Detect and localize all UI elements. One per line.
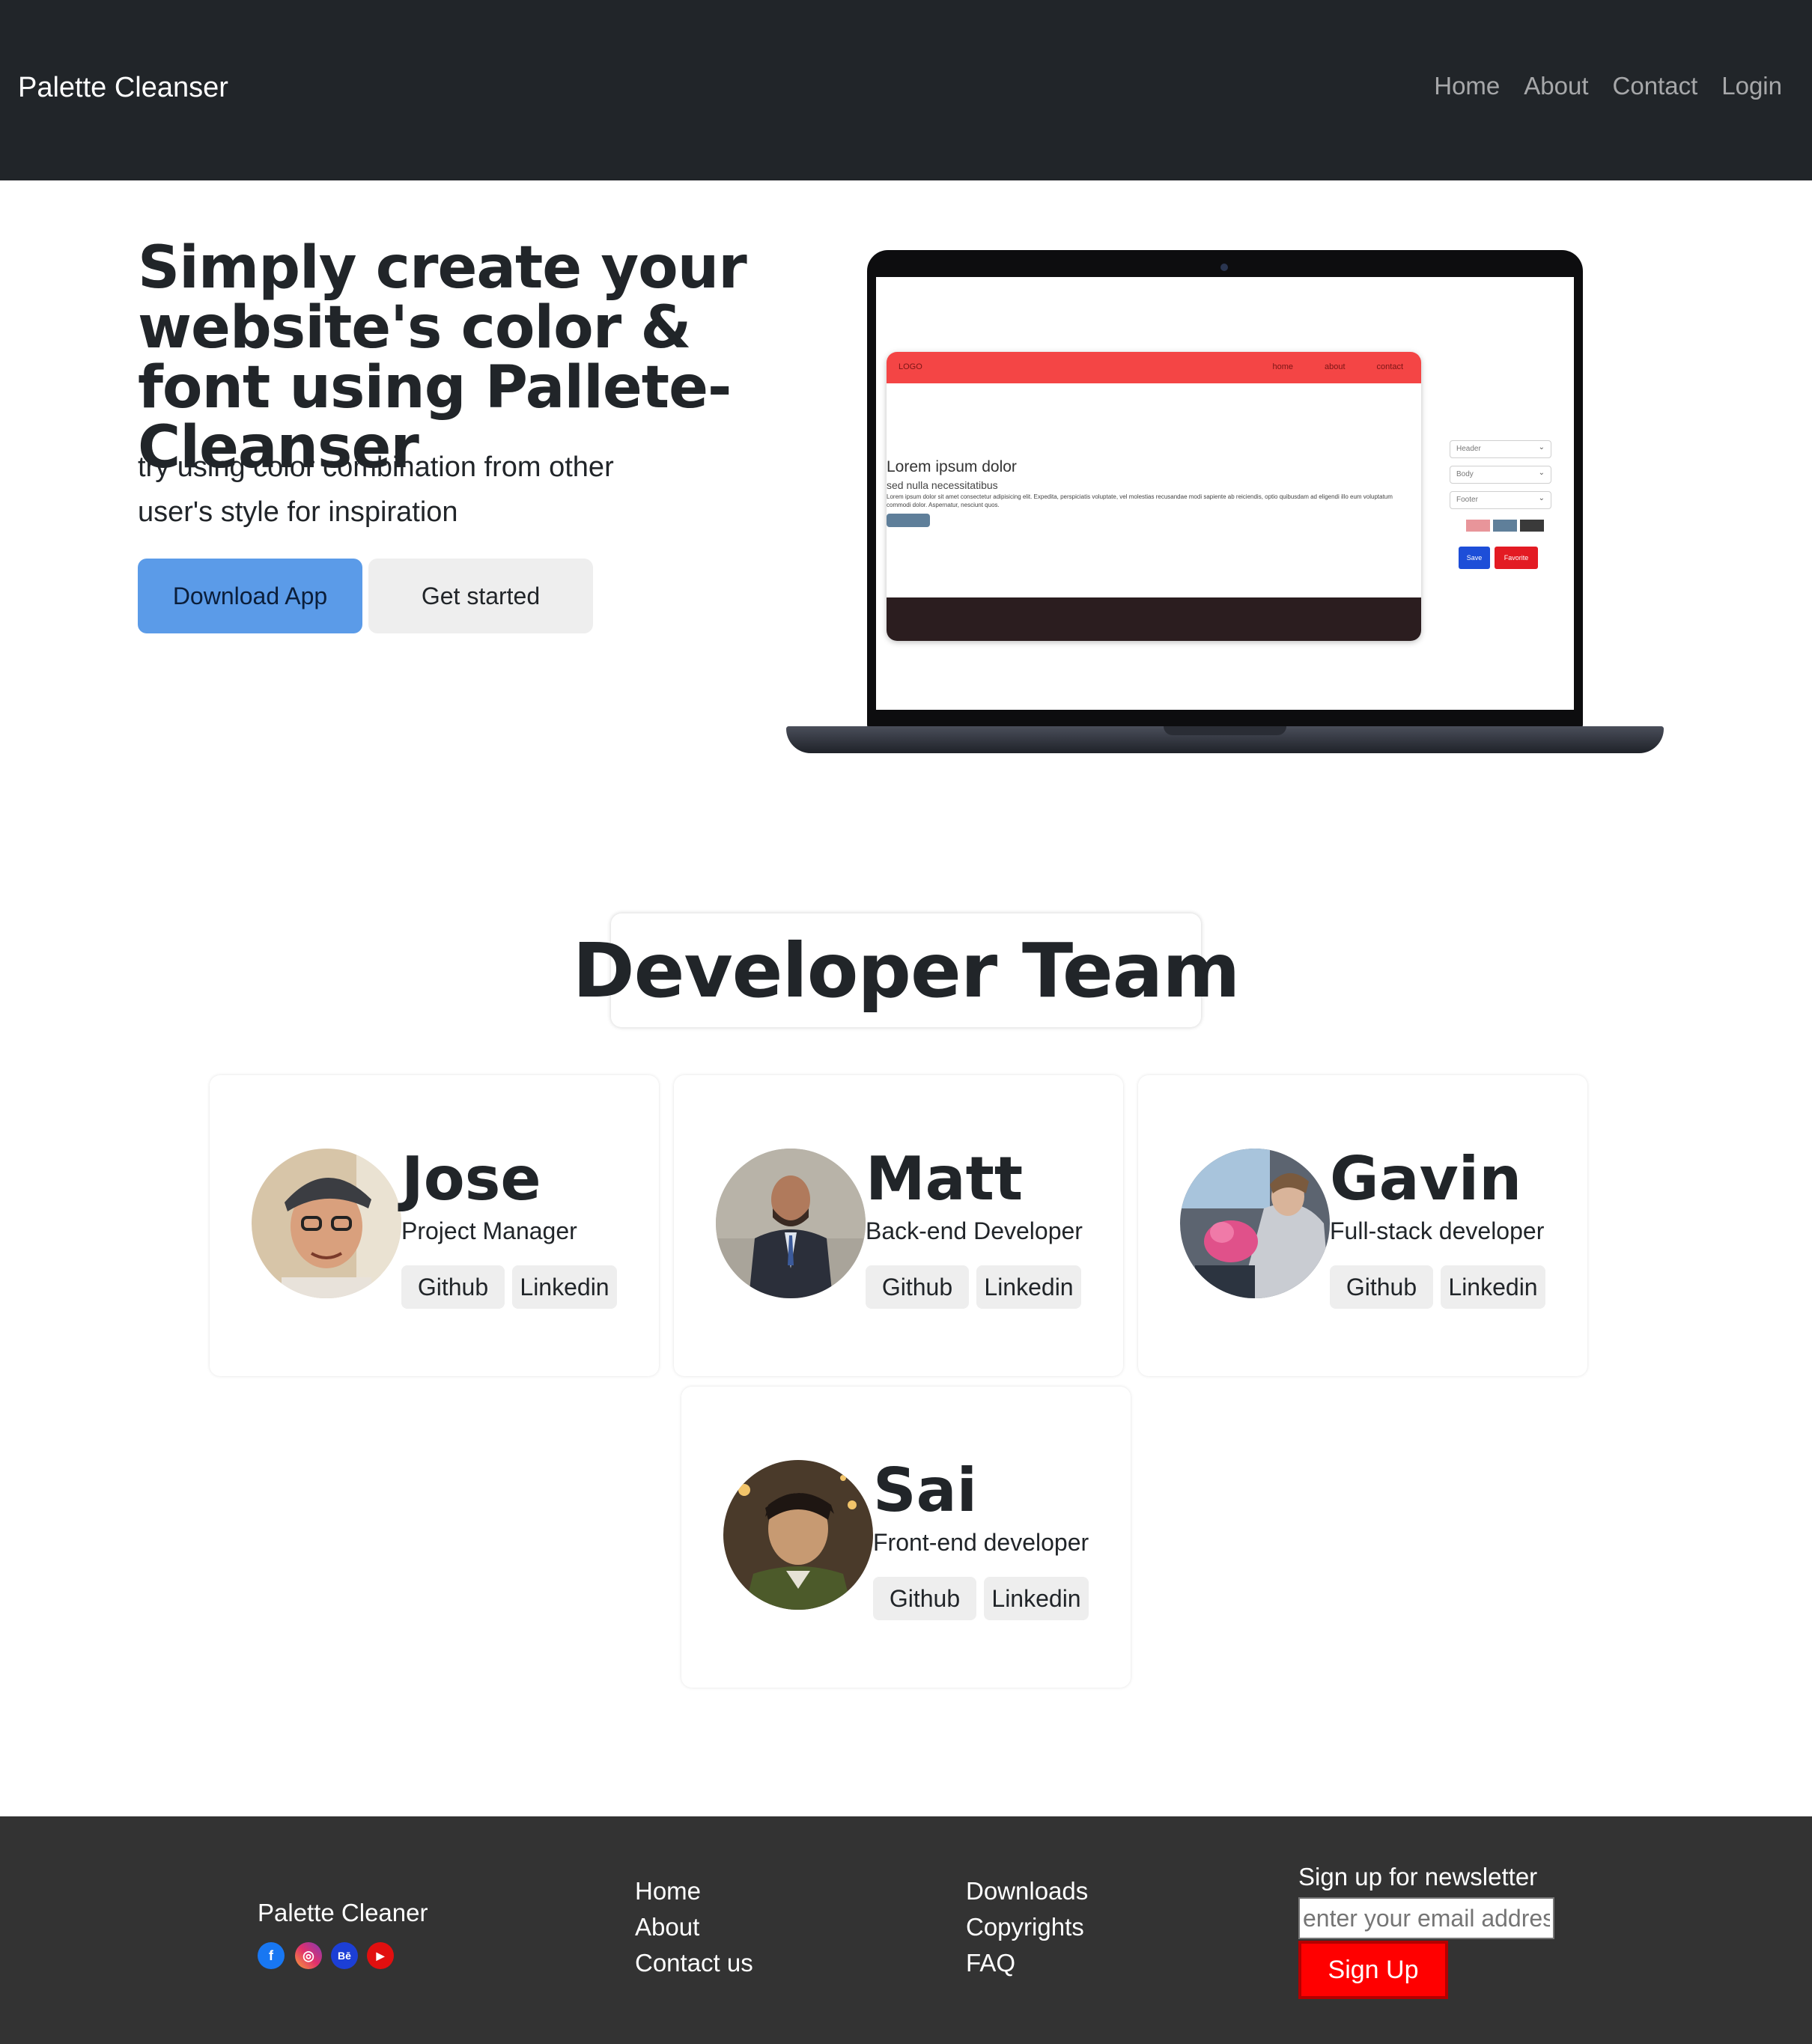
mock-logo: LOGO	[899, 362, 922, 371]
member-name: Matt	[866, 1144, 1024, 1214]
team-card-matt: Matt Back-end Developer Github Linkedin	[674, 1075, 1123, 1376]
nav-links: Home About Contact Login	[1434, 72, 1782, 100]
mock-favorite-button: Favorite	[1495, 547, 1538, 569]
mock-select-body-label: Body	[1456, 470, 1474, 478]
newsletter-email-input[interactable]	[1298, 1897, 1554, 1939]
brand-logo[interactable]: Palette Cleanser	[18, 72, 228, 104]
member-name: Jose	[401, 1144, 541, 1214]
hero-title: Simply create your website's color & fon…	[138, 234, 747, 481]
nav-about[interactable]: About	[1524, 72, 1588, 100]
laptop-notch	[1164, 726, 1286, 735]
mock-select-body: Body ⌄	[1450, 466, 1551, 484]
mock-select-header: Header ⌄	[1450, 440, 1551, 458]
mock-swatch-1	[1466, 520, 1490, 532]
member-role: Front-end developer	[873, 1529, 1089, 1556]
footer-links-col1: Home About Contact us	[635, 1876, 753, 1978]
avatar-photo	[716, 1149, 866, 1298]
nav-contact[interactable]: Contact	[1613, 72, 1698, 100]
github-button[interactable]: Github	[873, 1577, 976, 1620]
avatar-sai-image	[723, 1460, 873, 1610]
footer-link-copyrights[interactable]: Copyrights	[966, 1912, 1088, 1942]
mock-select-footer-label: Footer	[1456, 496, 1478, 504]
instagram-icon[interactable]: ◎	[295, 1942, 322, 1969]
chevron-down-icon: ⌄	[1538, 494, 1545, 502]
github-button[interactable]: Github	[866, 1265, 969, 1309]
chevron-down-icon: ⌄	[1538, 443, 1545, 451]
linkedin-button[interactable]: Linkedin	[512, 1265, 617, 1309]
avatar-photo	[252, 1149, 401, 1298]
avatar-gavin-image	[1180, 1149, 1330, 1298]
get-started-button[interactable]: Get started	[368, 559, 593, 633]
behance-icon[interactable]: Bē	[331, 1942, 358, 1969]
mock-nav: home about contact	[1272, 362, 1403, 371]
mock-swatch-2	[1493, 520, 1517, 532]
avatar-photo	[723, 1460, 873, 1610]
mock-subheading: sed nulla necessitatibus	[887, 479, 998, 491]
laptop-base	[786, 726, 1664, 753]
mock-nav-about: about	[1325, 362, 1346, 371]
avatar-photo	[1180, 1149, 1330, 1298]
mock-nav-home: home	[1272, 362, 1293, 371]
footer-link-faq[interactable]: FAQ	[966, 1948, 1088, 1978]
mock-select-header-label: Header	[1456, 445, 1481, 453]
download-app-button[interactable]: Download App	[138, 559, 362, 633]
top-navbar: Palette Cleanser Home About Contact Logi…	[0, 0, 1812, 180]
mock-heading: Lorem ipsum dolor	[887, 458, 1017, 475]
chevron-down-icon: ⌄	[1538, 469, 1545, 477]
linkedin-button[interactable]: Linkedin	[984, 1577, 1089, 1620]
avatar-jose-image	[252, 1149, 401, 1298]
mock-website-preview: LOGO home about contact Lorem ipsum dolo…	[887, 352, 1421, 641]
laptop-screen: LOGO home about contact Lorem ipsum dolo…	[876, 277, 1574, 710]
footer-link-about[interactable]: About	[635, 1912, 753, 1942]
team-card-jose: Jose Project Manager Github Linkedin	[210, 1075, 659, 1376]
member-role: Back-end Developer	[866, 1217, 1083, 1244]
footer-link-home[interactable]: Home	[635, 1876, 753, 1906]
member-name: Gavin	[1330, 1144, 1522, 1214]
laptop-mockup: LOGO home about contact Lorem ipsum dolo…	[867, 250, 1583, 729]
mock-swatch-3	[1520, 520, 1544, 532]
member-name: Sai	[873, 1456, 978, 1525]
hero-subtitle: try using color combination from other u…	[138, 451, 614, 528]
github-button[interactable]: Github	[1330, 1265, 1433, 1309]
mock-button	[887, 514, 930, 527]
member-role: Full-stack developer	[1330, 1217, 1545, 1244]
page-footer: Palette Cleaner f ◎ Bē ▶ Home About Cont…	[0, 1816, 1812, 2044]
footer-brand: Palette Cleaner	[258, 1899, 428, 1926]
mock-footer	[887, 597, 1421, 641]
footer-link-downloads[interactable]: Downloads	[966, 1876, 1088, 1906]
team-heading: Developer Team	[573, 913, 1241, 1027]
mock-save-button: Save	[1459, 547, 1490, 569]
nav-home[interactable]: Home	[1434, 72, 1500, 100]
youtube-icon[interactable]: ▶	[367, 1942, 394, 1969]
mock-nav-contact: contact	[1376, 362, 1403, 371]
avatar-matt-image	[716, 1149, 866, 1298]
github-button[interactable]: Github	[401, 1265, 505, 1309]
mock-paragraph: Lorem ipsum dolor sit amet consectetur a…	[887, 493, 1393, 508]
member-role: Project Manager	[401, 1217, 577, 1244]
team-card-gavin: Gavin Full-stack developer Github Linked…	[1138, 1075, 1587, 1376]
newsletter-title: Sign up for newsletter	[1298, 1863, 1538, 1891]
laptop-camera	[1220, 264, 1228, 271]
footer-link-contact[interactable]: Contact us	[635, 1948, 753, 1978]
linkedin-button[interactable]: Linkedin	[976, 1265, 1081, 1309]
newsletter-signup-button[interactable]: Sign Up	[1298, 1941, 1448, 1999]
mock-select-footer: Footer ⌄	[1450, 491, 1551, 509]
mock-header: LOGO home about contact	[887, 352, 1421, 383]
footer-links-col2: Downloads Copyrights FAQ	[966, 1876, 1088, 1978]
linkedin-button[interactable]: Linkedin	[1441, 1265, 1545, 1309]
team-card-sai: Sai Front-end developer Github Linkedin	[681, 1387, 1131, 1688]
facebook-icon[interactable]: f	[258, 1942, 285, 1969]
nav-login[interactable]: Login	[1721, 72, 1782, 100]
